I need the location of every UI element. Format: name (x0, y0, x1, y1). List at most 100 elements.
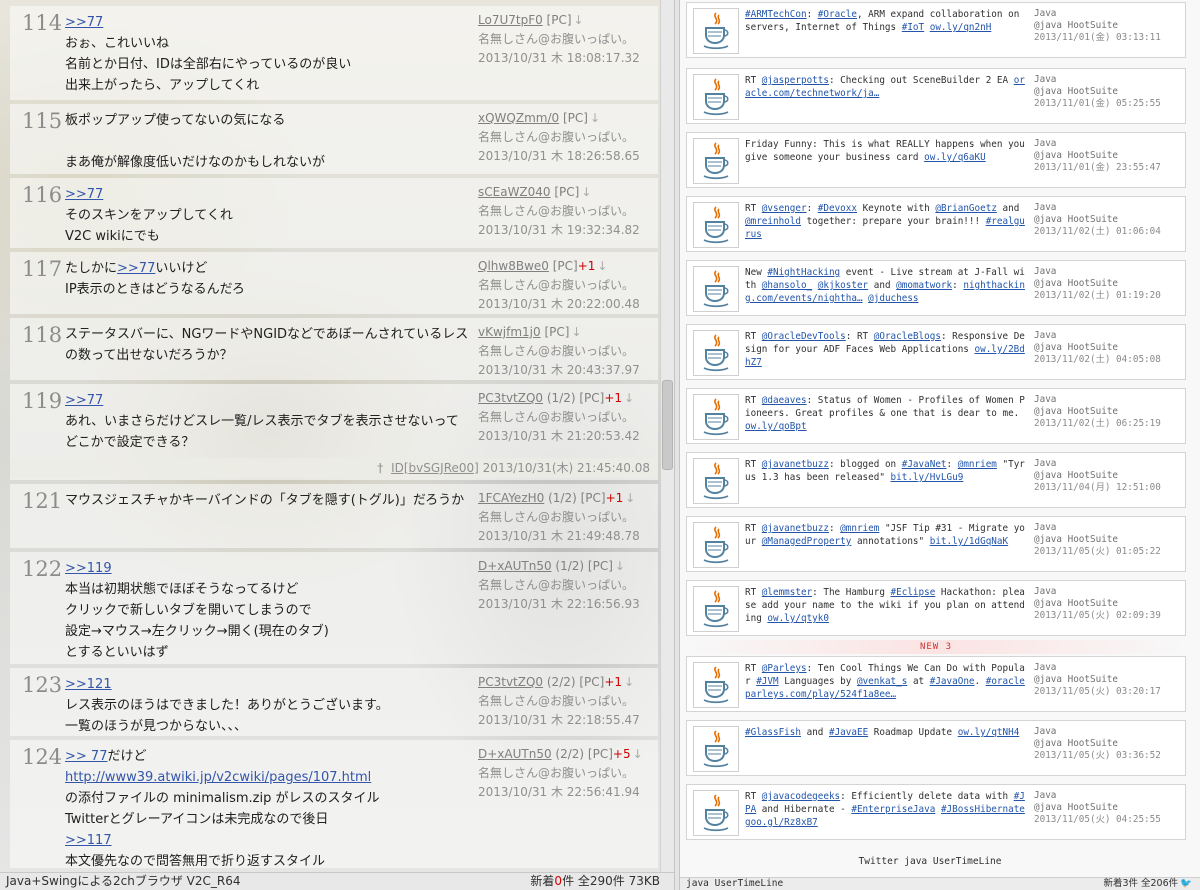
post-number[interactable]: 116 (22, 183, 62, 207)
tweet-link[interactable]: @lemmster (762, 587, 812, 598)
tweet-link[interactable]: #Eclipse (891, 587, 936, 598)
tweet-link[interactable]: @venkat_s (857, 676, 907, 687)
aboned-post[interactable]: † ID[bvSGJRe00] 2013/10/31(木) 21:45:40.0… (10, 458, 658, 478)
post-number[interactable]: 114 (22, 11, 62, 35)
java-cup-icon[interactable] (693, 790, 739, 836)
tweet-link[interactable]: #ARMTechCon (745, 9, 807, 20)
thread-scrollbar[interactable] (660, 0, 674, 872)
java-cup-icon[interactable] (693, 330, 739, 376)
tweet-link[interactable]: #JVM (756, 676, 778, 687)
tweet-link[interactable]: #NightHacking (767, 267, 840, 278)
tweet-link[interactable]: #EnterpriseJava (851, 804, 935, 815)
down-arrow-icon[interactable]: ↓ (597, 259, 607, 273)
java-cup-icon[interactable] (693, 8, 739, 54)
tweet-link[interactable]: @momatwork (896, 280, 952, 291)
reply-count[interactable]: +1 (578, 259, 596, 273)
tweet-handle[interactable]: @java (1034, 214, 1062, 225)
tweet-handle[interactable]: @java (1034, 86, 1062, 97)
java-cup-icon[interactable] (693, 202, 739, 248)
anchor-link[interactable]: >>119 (65, 561, 112, 576)
post-number[interactable]: 123 (22, 673, 62, 697)
tweet-user[interactable]: Java (1034, 266, 1184, 278)
tweet-handle[interactable]: @java (1034, 674, 1062, 685)
thread-scrollbar-thumb[interactable] (662, 380, 673, 470)
aboned-id[interactable]: ID[bvSGJRe00] (391, 461, 479, 475)
java-cup-icon[interactable] (693, 522, 739, 568)
post-id[interactable]: xQWQZmm/0 (478, 111, 559, 125)
tweet-handle[interactable]: @java (1034, 802, 1062, 813)
post-id[interactable]: Qlhw8Bwe0 (478, 259, 549, 273)
twitter-bird-icon[interactable]: 🐦 (1180, 878, 1192, 889)
post-id[interactable]: vKwjfm1j0 (478, 325, 541, 339)
tweet-user[interactable]: Java (1034, 790, 1184, 802)
java-cup-icon[interactable] (693, 74, 739, 120)
down-arrow-icon[interactable]: ↓ (571, 325, 581, 339)
tweet-user[interactable]: Java (1034, 8, 1184, 20)
tweet-user[interactable]: Java (1034, 394, 1184, 406)
tweet-link[interactable]: #Oracle (818, 9, 857, 20)
tweet-user[interactable]: Java (1034, 586, 1184, 598)
post-id[interactable]: sCEaWZ040 (478, 185, 551, 199)
tweet-link[interactable]: @ManagedProperty (762, 536, 852, 547)
tweet-link[interactable]: @javacodegeeks (762, 791, 840, 802)
tweet-link[interactable]: ow.ly/qoBpt (745, 421, 807, 432)
reply-count[interactable]: +1 (604, 675, 622, 689)
tweet-link[interactable]: #JavaEE (829, 727, 868, 738)
tweet-link[interactable]: goo.gl/Rz8xB7 (745, 817, 818, 828)
tweet-handle[interactable]: @java (1034, 534, 1062, 545)
post-id[interactable]: PC3tvtZQ0 (478, 675, 543, 689)
tweet-link[interactable]: #GlassFish (745, 727, 801, 738)
tweet-link[interactable]: @mreinhold (745, 216, 801, 227)
down-arrow-icon[interactable]: ↓ (624, 391, 634, 405)
tweet-link[interactable]: ow.ly/qtyk0 (767, 613, 829, 624)
tweet-link[interactable]: #oracle (986, 676, 1025, 687)
post-id[interactable]: D+xAUTn50 (478, 747, 552, 761)
post-number[interactable]: 122 (22, 557, 62, 581)
tweet-handle[interactable]: @java (1034, 738, 1062, 749)
java-cup-icon[interactable] (693, 266, 739, 312)
post-id[interactable]: D+xAUTn50 (478, 559, 552, 573)
tweet-link[interactable]: #IoT (902, 22, 924, 33)
java-cup-icon[interactable] (693, 138, 739, 184)
post-number[interactable]: 117 (22, 257, 62, 281)
java-cup-icon[interactable] (693, 394, 739, 440)
tweet-link[interactable]: @BrianGoetz (935, 203, 997, 214)
down-arrow-icon[interactable]: ↓ (625, 491, 635, 505)
post-number[interactable]: 119 (22, 389, 62, 413)
tweet-link[interactable]: @javanetbuzz (762, 459, 829, 470)
tweet-link[interactable]: @javanetbuzz (762, 523, 829, 534)
anchor-link[interactable]: >>117 (65, 833, 112, 848)
tweet-handle[interactable]: @java (1034, 278, 1062, 289)
tweet-link[interactable]: @daeaves (762, 395, 807, 406)
tweet-link[interactable]: @mnriem (958, 459, 997, 470)
tweet-link[interactable]: @mnriem (840, 523, 879, 534)
tweet-user[interactable]: Java (1034, 458, 1184, 470)
tweet-user[interactable]: Java (1034, 202, 1184, 214)
tweet-handle[interactable]: @java (1034, 20, 1062, 31)
tweet-user[interactable]: Java (1034, 726, 1184, 738)
java-cup-icon[interactable] (693, 726, 739, 772)
tweet-link[interactable]: #JavaNet (902, 459, 947, 470)
reply-count[interactable]: +5 (613, 747, 631, 761)
down-arrow-icon[interactable]: ↓ (633, 747, 643, 761)
tweet-user[interactable]: Java (1034, 138, 1184, 150)
anchor-link[interactable]: >>77 (117, 261, 155, 276)
tweet-link[interactable]: ow.ly/qtNH4 (958, 727, 1020, 738)
post-id[interactable]: Lo7U7tpF0 (478, 13, 543, 27)
tweet-handle[interactable]: @java (1034, 470, 1062, 481)
tweet-link[interactable]: bit.ly/HvLGu9 (891, 472, 964, 483)
anchor-link[interactable]: >>77 (65, 393, 103, 408)
anchor-link[interactable]: >>77 (65, 187, 103, 202)
tweet-user[interactable]: Java (1034, 522, 1184, 534)
tweet-handle[interactable]: @java (1034, 342, 1062, 353)
tweet-link[interactable]: #Devoxx (818, 203, 857, 214)
post-number[interactable]: 124 (22, 745, 62, 769)
tweet-handle[interactable]: @java (1034, 406, 1062, 417)
tweet-link[interactable]: @OracleDevTools (762, 331, 846, 342)
tweet-user[interactable]: Java (1034, 330, 1184, 342)
tweet-link[interactable]: @OracleBlogs (874, 331, 941, 342)
tweet-link[interactable]: ow.ly/q6aKU (924, 152, 986, 163)
java-cup-icon[interactable] (693, 458, 739, 504)
java-cup-icon[interactable] (693, 586, 739, 632)
down-arrow-icon[interactable]: ↓ (574, 13, 584, 27)
